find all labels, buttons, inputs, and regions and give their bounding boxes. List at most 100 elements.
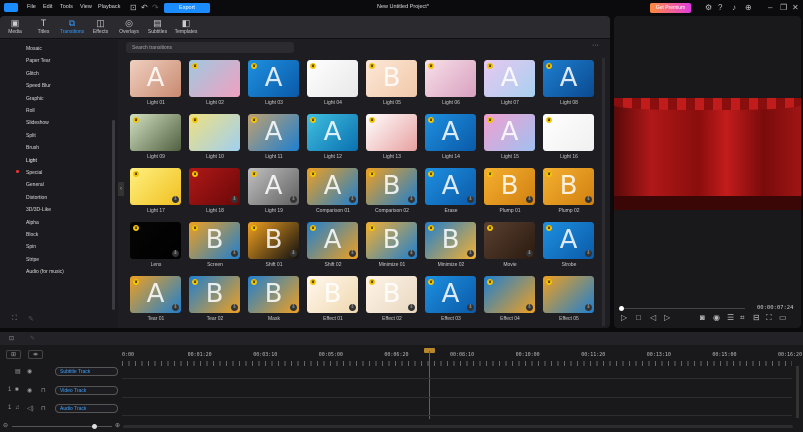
transition-thumbnail[interactable]: ♛ ⇩	[543, 276, 594, 313]
volume-icon[interactable]: ◁)	[27, 405, 34, 412]
menu-playback[interactable]: Playback	[98, 4, 120, 10]
download-icon[interactable]: ⇩	[290, 250, 297, 257]
download-icon[interactable]: ⇩	[290, 196, 297, 203]
download-icon[interactable]: ⇩	[172, 304, 179, 311]
grid-scrollbar[interactable]	[602, 58, 605, 326]
category-item[interactable]: Distortion	[26, 195, 47, 201]
transition-thumbnail[interactable]: B ♛ ⇩	[248, 222, 299, 259]
timeline-vscrollbar[interactable]	[796, 366, 799, 418]
preview-progress[interactable]	[621, 308, 745, 309]
minimize-icon[interactable]: –	[768, 3, 772, 12]
download-icon[interactable]: ⇩	[349, 196, 356, 203]
download-icon[interactable]: ⇩	[231, 304, 238, 311]
category-item[interactable]: General	[26, 182, 44, 188]
timeline-hscrollbar[interactable]	[123, 425, 793, 428]
sidebar-scrollbar[interactable]	[112, 120, 115, 310]
lock-icon[interactable]: ⊓	[41, 387, 46, 394]
category-item[interactable]: Mosaic	[26, 46, 42, 52]
transition-thumbnail[interactable]: B ♛ ⇩	[366, 168, 417, 205]
download-icon[interactable]: ⇩	[467, 250, 474, 257]
menu-tools[interactable]: Tools	[60, 4, 73, 10]
settings-icon[interactable]: ⚙	[705, 3, 712, 12]
download-icon[interactable]: ⇩	[231, 196, 238, 203]
transition-thumbnail[interactable]: B ♛ ⇩	[189, 276, 240, 313]
select-tool-icon[interactable]: ⊡	[9, 335, 14, 342]
visibility-icon[interactable]: ◉	[27, 368, 32, 375]
transition-thumbnail[interactable]: B ♛ ⇩	[366, 276, 417, 313]
category-item[interactable]: Roll	[26, 108, 35, 114]
category-item[interactable]: Spin	[26, 244, 36, 250]
category-item[interactable]: Light	[26, 158, 37, 164]
download-icon[interactable]: ⇩	[231, 250, 238, 257]
zoom-slider-handle[interactable]	[92, 424, 97, 429]
category-item[interactable]: Split	[26, 133, 36, 139]
transition-thumbnail[interactable]: ♛	[307, 60, 358, 97]
edit-icon[interactable]: ✎	[28, 315, 34, 323]
transition-thumbnail[interactable]: ♛	[425, 60, 476, 97]
search-input[interactable]: Search transitions	[126, 42, 294, 53]
stop-icon[interactable]: □	[636, 313, 641, 322]
category-item[interactable]: Brush	[26, 145, 39, 151]
category-item[interactable]: 3D/3D-Like	[26, 207, 51, 213]
undo-icon[interactable]: ↶	[141, 3, 148, 12]
category-item[interactable]: Special	[26, 170, 42, 176]
restore-icon[interactable]: ❐	[780, 3, 787, 12]
menu-view[interactable]: View	[80, 4, 92, 10]
category-item[interactable]: Graphic	[26, 96, 44, 102]
transition-thumbnail[interactable]: B ♛ ⇩	[366, 222, 417, 259]
category-item[interactable]: Audio (for music)	[26, 269, 64, 275]
transition-thumbnail[interactable]: A ♛	[543, 60, 594, 97]
tab-templates[interactable]: ◧ Templates	[173, 18, 199, 35]
transition-thumbnail[interactable]: ♛ ⇩	[189, 168, 240, 205]
transition-thumbnail[interactable]: A ♛	[484, 114, 535, 151]
help-icon[interactable]: ?	[718, 3, 722, 12]
transition-thumbnail[interactable]: A ♛ ⇩	[248, 168, 299, 205]
download-icon[interactable]: ⇩	[467, 304, 474, 311]
record-icon[interactable]: ◉	[713, 313, 720, 322]
transition-thumbnail[interactable]: B ♛ ⇩	[484, 168, 535, 205]
transition-thumbnail[interactable]: B ♛ ⇩	[307, 276, 358, 313]
globe-icon[interactable]: ⊕	[745, 3, 752, 12]
category-item[interactable]: Paper Tear	[26, 58, 50, 64]
aspect-ratio-icon[interactable]: ▭	[779, 313, 787, 322]
add-folder-icon[interactable]: ⛶	[12, 315, 17, 323]
transition-thumbnail[interactable]: A ♛ ⇩	[307, 222, 358, 259]
tab-transitions[interactable]: ⧉ Transitions	[59, 18, 85, 35]
download-icon[interactable]: ⇩	[467, 196, 474, 203]
preview-progress-handle[interactable]	[619, 306, 624, 311]
visibility-icon[interactable]: ◉	[27, 387, 32, 394]
transition-thumbnail[interactable]: A ♛	[248, 114, 299, 151]
transition-thumbnail[interactable]: ♛	[366, 114, 417, 151]
download-icon[interactable]: ⇩	[408, 304, 415, 311]
prev-frame-icon[interactable]: ◁	[650, 313, 656, 322]
zoom-slider[interactable]	[12, 426, 112, 427]
tab-overlays[interactable]: ◎ Overlays	[116, 18, 142, 35]
transition-thumbnail[interactable]: B ♛ ⇩	[425, 222, 476, 259]
pen-tool-icon[interactable]: ✎	[30, 335, 35, 342]
track-label[interactable]: Subtitle Track	[55, 367, 118, 376]
category-item[interactable]: Slideshow	[26, 120, 49, 126]
download-icon[interactable]: ⇩	[408, 196, 415, 203]
transition-thumbnail[interactable]: A ♛	[248, 60, 299, 97]
download-icon[interactable]: ⇩	[349, 250, 356, 257]
transition-thumbnail[interactable]: ♛	[189, 114, 240, 151]
close-icon[interactable]: ✕	[792, 3, 799, 12]
tab-subtitles[interactable]: ▤ Subtitles	[145, 18, 171, 35]
tab-titles[interactable]: T Titles	[31, 18, 57, 35]
transition-thumbnail[interactable]: A ♛	[307, 114, 358, 151]
transition-thumbnail[interactable]: A ♛ ⇩	[543, 222, 594, 259]
menu-edit[interactable]: Edit	[43, 4, 52, 10]
transition-thumbnail[interactable]: ♛ ⇩	[130, 168, 181, 205]
snapshot-icon[interactable]: ◙	[700, 313, 705, 322]
transition-thumbnail[interactable]: A ♛	[425, 114, 476, 151]
download-icon[interactable]: ⇩	[172, 196, 179, 203]
tab-media[interactable]: ▣ Media	[2, 18, 28, 35]
transition-thumbnail[interactable]: A ♛	[484, 60, 535, 97]
download-icon[interactable]: ⇩	[585, 250, 592, 257]
playhead[interactable]	[429, 351, 430, 419]
transition-thumbnail[interactable]: A ♛ ⇩	[425, 168, 476, 205]
download-icon[interactable]: ⇩	[585, 196, 592, 203]
zoom-out-icon[interactable]: ⊖	[3, 422, 8, 429]
fit-icon[interactable]: ⊡	[130, 3, 137, 12]
track-label[interactable]: Video Track	[55, 385, 118, 395]
